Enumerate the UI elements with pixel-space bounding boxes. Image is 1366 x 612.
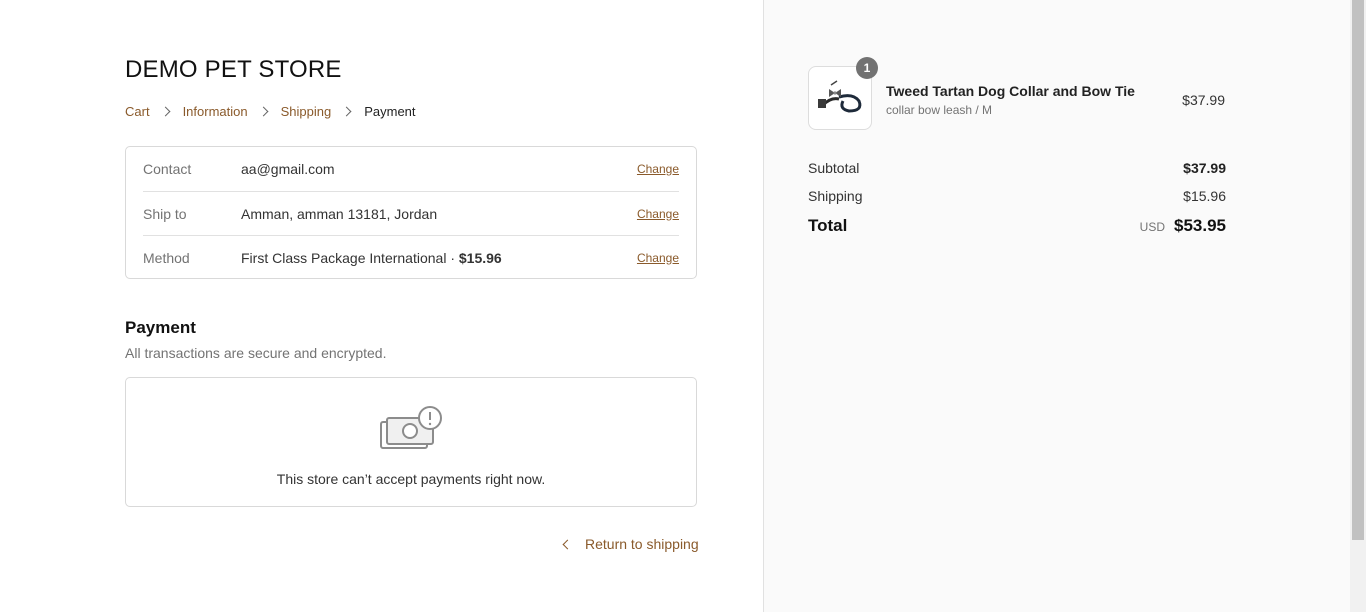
product-name: Tweed Tartan Dog Collar and Bow Tie <box>886 83 1135 99</box>
method-price: $15.96 <box>458 249 502 266</box>
change-method-link[interactable]: Change <box>637 251 679 265</box>
chevron-right-icon <box>341 106 352 117</box>
product-thumbnail: 1 <box>808 57 878 130</box>
payment-subtitle: All transactions are secure and encrypte… <box>125 345 387 361</box>
totals: Subtotal $37.99 Shipping $15.96 Total US… <box>808 154 1226 242</box>
product-variant: collar bow leash / M <box>886 103 993 117</box>
payment-heading: Payment <box>125 318 196 337</box>
total-label: Total <box>808 216 848 235</box>
subtotal-amount: $37.99 <box>1183 160 1226 176</box>
breadcrumb-information[interactable]: Information <box>183 104 248 119</box>
subtotal-label: Subtotal <box>808 160 860 176</box>
total-row: Total USD $53.95 <box>808 210 1226 242</box>
product-price: $37.99 <box>1182 92 1225 108</box>
total-value: USD $53.95 <box>1140 216 1226 236</box>
page-scrollbar[interactable] <box>1350 0 1366 612</box>
breadcrumb: Cart Information Shipping Payment <box>125 104 416 119</box>
store-title[interactable]: DEMO PET STORE <box>125 56 342 84</box>
method-name: First Class Package International · <box>241 249 459 266</box>
review-row-ship-to: Ship to Amman, amman 13181, Jordan Chang… <box>143 191 679 235</box>
breadcrumb-shipping[interactable]: Shipping <box>281 104 332 119</box>
currency-code: USD <box>1139 220 1165 234</box>
review-value: First Class Package International · $15.… <box>241 250 637 266</box>
review-row-method: Method First Class Package International… <box>143 235 679 279</box>
subtotal-row: Subtotal $37.99 <box>808 154 1226 182</box>
payment-unavailable-message: This store can’t accept payments right n… <box>276 471 546 487</box>
total-amount: $53.95 <box>1174 216 1226 235</box>
shipping-label: Shipping <box>808 188 863 204</box>
order-summary: 1 Tweed Tartan Dog Collar and Bow Tie co… <box>763 0 1350 612</box>
review-label: Contact <box>143 161 192 177</box>
change-ship-to-link[interactable]: Change <box>637 207 679 221</box>
line-item: 1 Tweed Tartan Dog Collar and Bow Tie co… <box>808 57 1228 132</box>
quantity-badge: 1 <box>856 57 878 79</box>
chevron-left-icon <box>562 539 573 549</box>
review-value: aa@gmail.com <box>241 161 335 177</box>
change-contact-link[interactable]: Change <box>637 162 679 176</box>
review-label: Method <box>143 249 190 266</box>
breadcrumb-payment: Payment <box>364 104 416 119</box>
checkout-main: DEMO PET STORE Cart Information Shipping… <box>0 0 763 612</box>
review-block: Contact aa@gmail.com Change Ship to Amma… <box>125 146 697 279</box>
review-label: Ship to <box>143 205 187 222</box>
cash-warning-icon <box>380 406 442 449</box>
chevron-right-icon <box>258 106 269 117</box>
review-row-contact: Contact aa@gmail.com Change <box>143 147 679 191</box>
shipping-row: Shipping $15.96 <box>808 182 1226 210</box>
return-to-shipping-link[interactable]: Return to shipping <box>560 536 699 552</box>
return-label: Return to shipping <box>585 536 699 552</box>
review-value: Amman, amman 13181, Jordan <box>241 205 438 222</box>
scrollbar-thumb[interactable] <box>1352 0 1364 540</box>
chevron-right-icon <box>160 106 171 117</box>
payment-unavailable-box: This store can’t accept payments right n… <box>125 377 697 507</box>
shipping-amount: $15.96 <box>1183 188 1226 204</box>
breadcrumb-cart[interactable]: Cart <box>125 104 150 119</box>
